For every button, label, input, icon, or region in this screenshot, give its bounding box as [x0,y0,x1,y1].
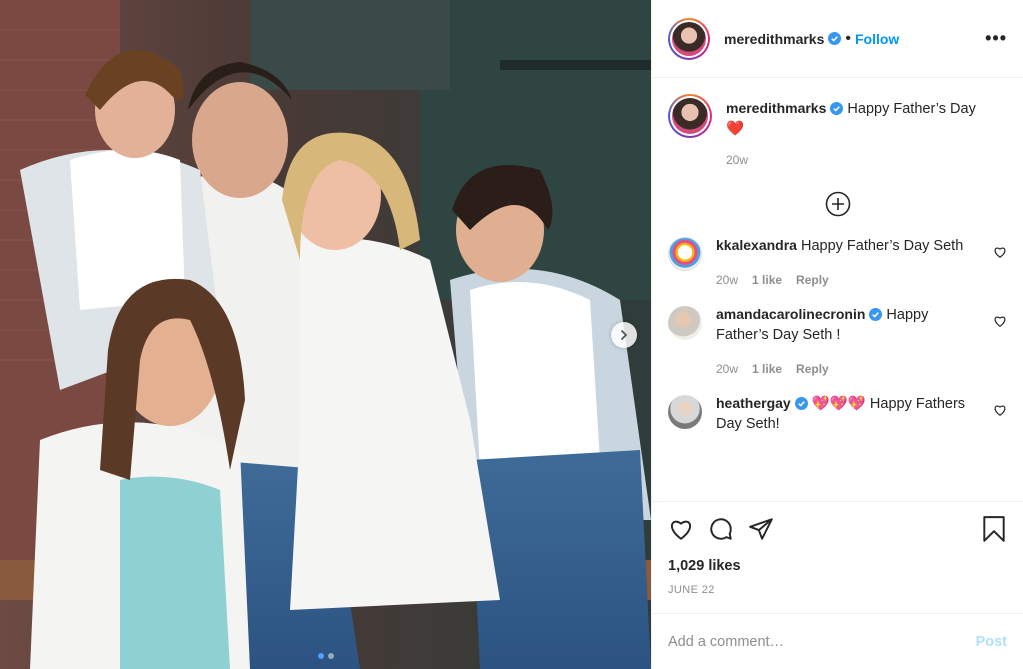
caption-timestamp: 20w [726,153,749,167]
comment-bubble-icon[interactable] [708,516,734,542]
post-media [0,0,651,669]
comment-age: 20w [716,273,739,287]
comment-item: heathergay 💖💖💖 Happy Fathers Day Seth! [668,393,1007,434]
comment-item: amandacarolinecronin Happy Father’s Day … [668,304,1007,379]
comment-item: kkalexandra Happy Father’s Day Seth 20w … [668,235,1007,290]
action-bar [668,514,1007,544]
heart-icon[interactable] [993,245,1007,259]
post-comment-button[interactable]: Post [976,634,1007,650]
comment-composer: Post [652,613,1023,669]
carousel-dot-2 [327,653,334,659]
post-header: meredithmarks • Follow ••• [652,0,1023,78]
verified-badge-icon [830,102,844,115]
heart-icon[interactable] [668,516,694,542]
author-avatar-image [672,21,706,56]
caption-avatar[interactable] [668,94,712,138]
carousel-dot-1 [317,653,324,659]
commenter-username[interactable]: kkalexandra [716,237,797,253]
author-username[interactable]: meredithmarks [724,31,824,47]
next-slide-button[interactable] [611,322,637,348]
heart-icon[interactable] [993,314,1007,328]
reply-button[interactable]: Reply [796,270,829,290]
heart-icon[interactable] [993,403,1007,417]
commenter-username[interactable]: amandacarolinecronin [716,306,865,322]
paper-plane-icon[interactable] [748,516,774,542]
bookmark-icon[interactable] [981,515,1007,543]
comment-age: 20w [716,362,739,376]
commenter-avatar[interactable] [668,395,702,429]
header-separator: • [845,29,851,47]
post-side-panel: meredithmarks • Follow ••• meredithmarks… [651,0,1023,669]
caption-avatar-image [672,98,708,134]
post-caption: meredithmarks Happy Father’s Day ❤️ [668,94,1007,139]
caption-username[interactable]: meredithmarks [726,100,826,116]
engagement-section: 1,029 likes JUNE 22 [652,501,1023,613]
verified-badge-icon [794,397,808,410]
comment-text: Happy Father’s Day Seth [800,238,964,254]
comment-input[interactable] [668,633,976,650]
follow-button[interactable]: Follow [855,31,899,47]
carousel-indicator [0,653,651,659]
post-dialog: meredithmarks • Follow ••• meredithmarks… [0,0,1023,669]
commenter-username[interactable]: heathergay [716,395,791,411]
like-count[interactable]: 1,029 likes [668,558,1007,574]
post-date[interactable]: JUNE 22 [668,584,1007,596]
reply-button[interactable]: Reply [796,359,829,379]
commenter-avatar[interactable] [668,237,702,271]
comment-like-count[interactable]: 1 like [752,359,782,379]
commenter-avatar[interactable] [668,306,702,340]
plus-circle-icon [825,191,850,217]
caption-emoji: ❤️ [726,121,745,137]
comments-list: meredithmarks Happy Father’s Day ❤️ 20w … [652,78,1023,501]
family-photo [0,0,651,669]
verified-badge-icon [869,308,883,321]
comment-like-count[interactable]: 1 like [752,270,782,290]
load-more-comments[interactable] [668,191,1007,217]
caption-text: Happy Father’s Day [847,101,976,117]
more-options-icon[interactable]: ••• [985,28,1007,49]
author-avatar[interactable] [668,17,710,60]
verified-badge-icon [828,32,842,45]
chevron-right-icon [621,330,628,340]
